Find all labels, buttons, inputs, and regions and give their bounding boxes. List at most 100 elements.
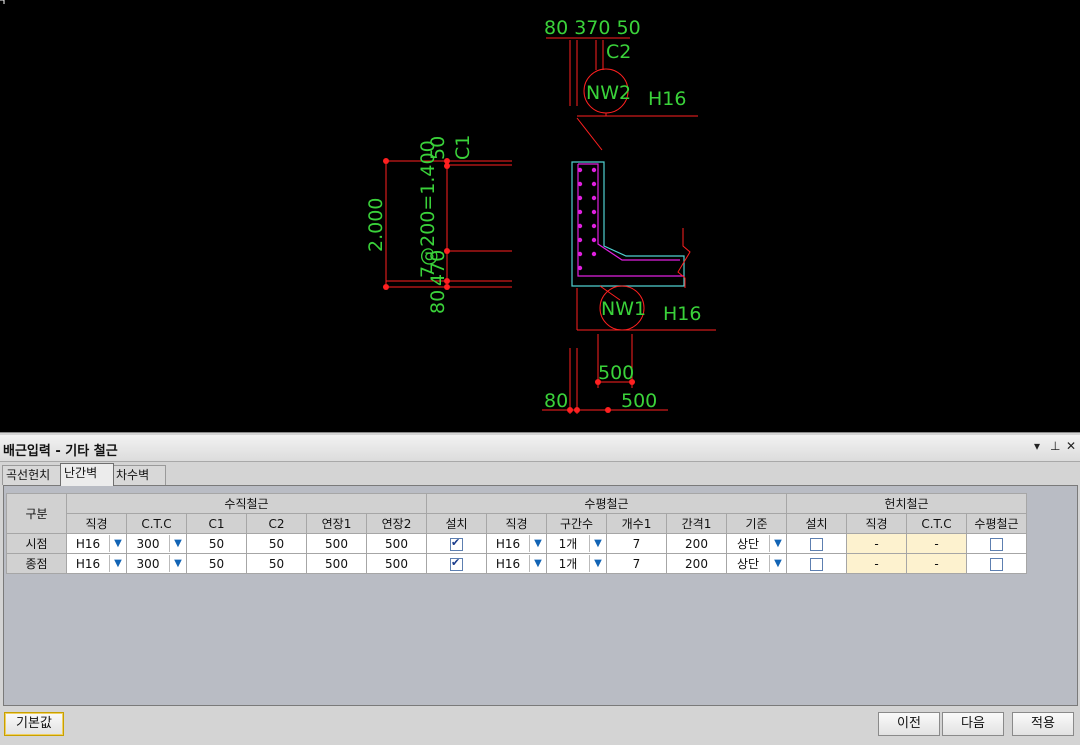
- prev-button[interactable]: 이전: [878, 712, 940, 736]
- c2-cell[interactable]: 50: [246, 533, 307, 554]
- c1-cell[interactable]: 50: [186, 553, 247, 574]
- label-c2: C2: [606, 41, 631, 63]
- col-header: 수평철근: [966, 513, 1027, 534]
- h-spacing1-cell[interactable]: 200: [666, 553, 727, 574]
- h-install-cell: [426, 553, 487, 574]
- ext2-cell[interactable]: 500: [366, 553, 427, 574]
- hc-horiz-cell: [966, 553, 1027, 574]
- col-header: 구간수: [546, 513, 607, 534]
- label-h16-bottom: H16: [663, 303, 701, 325]
- h-base-select[interactable]: 상단 ▼: [726, 533, 787, 554]
- col-group-division: 구분: [6, 493, 67, 534]
- chevron-down-icon[interactable]: ▼: [109, 535, 126, 552]
- v-dia-select[interactable]: H16 ▼: [66, 533, 127, 554]
- rebar-grid: 구분 수직철근 수평철근 헌치철근 직경 C.T.C C1 C2 연장1 연장2…: [6, 493, 1027, 574]
- col-header: 개수1: [606, 513, 667, 534]
- col-header: C.T.C: [906, 513, 967, 534]
- col-group-horizontal-rebar: 수평철근: [426, 493, 787, 514]
- hc-ctc-cell: -: [906, 553, 967, 574]
- col-header: C.T.C: [126, 513, 187, 534]
- v-ctc-select[interactable]: 300 ▼: [126, 553, 187, 574]
- col-header: 설치: [426, 513, 487, 534]
- default-values-button[interactable]: 기본값: [4, 712, 64, 736]
- col-header: C1: [186, 513, 247, 534]
- col-header: C2: [246, 513, 307, 534]
- row-header: 시점: [6, 533, 67, 554]
- col-header: 직경: [486, 513, 547, 534]
- chevron-down-icon[interactable]: ▼: [769, 555, 786, 572]
- ext2-cell[interactable]: 500: [366, 533, 427, 554]
- hc-install-cell: [786, 553, 847, 574]
- close-icon[interactable]: ✕: [1066, 439, 1076, 453]
- panel-title: 배근입력 - 기타 철근: [3, 444, 118, 459]
- c2-cell[interactable]: 50: [246, 553, 307, 574]
- chevron-down-icon[interactable]: ▼: [769, 535, 786, 552]
- v-ctc-select[interactable]: 300 ▼: [126, 533, 187, 554]
- button-bar: 기본값 이전 다음 적용: [0, 708, 1080, 742]
- c1-cell[interactable]: 50: [186, 533, 247, 554]
- col-header: 직경: [66, 513, 127, 534]
- chevron-down-icon[interactable]: ▼: [169, 555, 186, 572]
- h-dia-select[interactable]: H16 ▼: [486, 553, 547, 574]
- col-group-vertical-rebar: 수직철근: [66, 493, 427, 514]
- panel-title-bar[interactable]: 배근입력 - 기타 철근 ▾ ⊥ ✕: [0, 435, 1080, 462]
- chevron-down-icon[interactable]: ▼: [109, 555, 126, 572]
- cad-drawing-area[interactable]: 80 370 50 C2 NW2 H16 NW1 H16 500 80 500 …: [0, 0, 1080, 432]
- chevron-down-icon[interactable]: ▼: [169, 535, 186, 552]
- col-header: 연장1: [306, 513, 367, 534]
- col-header: 간격1: [666, 513, 727, 534]
- h-dia-select[interactable]: H16 ▼: [486, 533, 547, 554]
- chevron-down-icon[interactable]: ▼: [589, 555, 606, 572]
- dim-500-lower: 500: [621, 390, 657, 412]
- rebar-input-panel: 배근입력 - 기타 철근 ▾ ⊥ ✕ 곡선헌치 난간벽 차수벽 구분 수직철근 …: [0, 432, 1080, 745]
- chevron-down-icon[interactable]: ▼: [589, 535, 606, 552]
- ext1-cell[interactable]: 500: [306, 553, 367, 574]
- hc-dia-cell: -: [846, 553, 907, 574]
- dim-vert-50: 50: [427, 136, 449, 160]
- ext1-cell[interactable]: 500: [306, 533, 367, 554]
- chevron-down-icon[interactable]: ▼: [529, 535, 546, 552]
- hc-ctc-cell: -: [906, 533, 967, 554]
- h-install-checkbox[interactable]: [450, 536, 463, 551]
- hc-horiz-checkbox[interactable]: [990, 537, 1003, 551]
- rebar-grid-area: 구분 수직철근 수평철근 헌치철근 직경 C.T.C C1 C2 연장1 연장2…: [3, 485, 1078, 706]
- dim-top-text: 80 370 50: [544, 17, 641, 39]
- dim-80-bottom: 80: [544, 390, 568, 412]
- hc-horiz-cell: [966, 533, 1027, 554]
- label-nw1: NW1: [601, 298, 646, 320]
- pin-icon[interactable]: ⊥: [1050, 439, 1060, 453]
- h-count1-cell[interactable]: 7: [606, 553, 667, 574]
- tab-parapet-wall[interactable]: 난간벽: [60, 463, 114, 486]
- dropdown-icon[interactable]: ▾: [1034, 439, 1040, 453]
- dim-500-upper: 500: [598, 362, 634, 384]
- dim-vert-470: 470: [427, 250, 449, 286]
- h-sections-select[interactable]: 1개 ▼: [546, 533, 607, 554]
- h-count1-cell[interactable]: 7: [606, 533, 667, 554]
- hc-dia-cell: -: [846, 533, 907, 554]
- tab-curved-haunch[interactable]: 곡선헌치: [2, 465, 62, 485]
- hc-install-cell: [786, 533, 847, 554]
- table-row: 종점 H16▼ 300▼ 50 50 500 500 H16▼ 1개▼ 7 20…: [6, 553, 1027, 574]
- apply-button[interactable]: 적용: [1012, 712, 1074, 736]
- dim-vert-80: 80: [427, 290, 449, 314]
- chevron-down-icon[interactable]: ▼: [529, 555, 546, 572]
- h-base-select[interactable]: 상단 ▼: [726, 553, 787, 574]
- col-header: 기준: [726, 513, 787, 534]
- h-sections-select[interactable]: 1개 ▼: [546, 553, 607, 574]
- h-install-checkbox[interactable]: [450, 556, 463, 571]
- row-header: 종점: [6, 553, 67, 574]
- hc-install-checkbox[interactable]: [810, 537, 823, 551]
- hc-install-checkbox[interactable]: [810, 557, 823, 571]
- hc-horiz-checkbox[interactable]: [990, 557, 1003, 571]
- label-h16-top: H16: [648, 88, 686, 110]
- col-group-haunch-rebar: 헌치철근: [786, 493, 1027, 514]
- dim-vert-height: 2.000: [365, 198, 387, 252]
- label-nw2: NW2: [586, 82, 631, 104]
- tab-cutoff-wall[interactable]: 차수벽: [112, 465, 166, 485]
- v-dia-select[interactable]: H16 ▼: [66, 553, 127, 574]
- h-spacing1-cell[interactable]: 200: [666, 533, 727, 554]
- next-button[interactable]: 다음: [942, 712, 1004, 736]
- label-c1: C1: [452, 135, 474, 160]
- rebar-section-drawing: 80 370 50 C2 NW2 H16 NW1 H16 500 80 500 …: [0, 0, 716, 414]
- col-header: 직경: [846, 513, 907, 534]
